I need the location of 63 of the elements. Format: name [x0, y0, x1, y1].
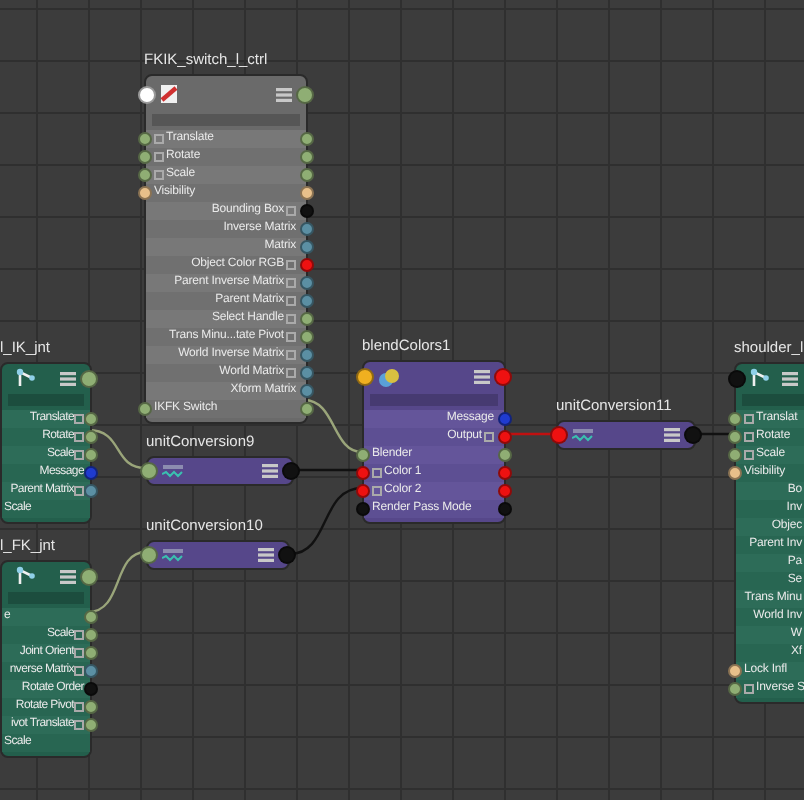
conversion-icon	[162, 548, 184, 562]
expand-icon[interactable]	[286, 368, 296, 378]
graph-node[interactable]	[556, 420, 696, 450]
expand-icon[interactable]	[154, 170, 164, 180]
connection-wire	[294, 468, 362, 472]
conversion-icon	[162, 464, 184, 478]
connection-port[interactable]	[300, 186, 314, 200]
expand-icon[interactable]	[74, 432, 84, 442]
expand-icon[interactable]	[372, 486, 382, 496]
connection-port[interactable]	[138, 186, 152, 200]
menu-icon	[60, 569, 76, 583]
connection-port[interactable]	[138, 85, 156, 103]
menu-icon	[664, 428, 680, 442]
connection-port[interactable]	[728, 664, 742, 678]
expand-icon[interactable]	[154, 152, 164, 162]
expand-icon[interactable]	[74, 630, 84, 640]
graph-node[interactable]	[146, 456, 294, 486]
connection-port[interactable]	[140, 546, 158, 564]
expand-icon[interactable]	[744, 414, 754, 424]
connection-port[interactable]	[356, 368, 374, 386]
expand-icon[interactable]	[286, 296, 296, 306]
graph-node[interactable]	[144, 74, 308, 424]
graph-node[interactable]	[146, 540, 290, 570]
menu-icon	[262, 464, 278, 478]
expand-icon[interactable]	[74, 414, 84, 424]
expand-icon[interactable]	[74, 720, 84, 730]
menu-icon	[276, 87, 292, 101]
expand-icon[interactable]	[744, 684, 754, 694]
expand-icon[interactable]	[286, 260, 296, 270]
bone-icon	[750, 368, 770, 388]
expand-icon[interactable]	[74, 450, 84, 460]
menu-icon	[782, 371, 798, 385]
color-circles-icon	[378, 367, 400, 387]
connection-wire	[696, 432, 734, 436]
expand-icon[interactable]	[74, 666, 84, 676]
connection-port[interactable]	[728, 466, 742, 480]
expand-icon[interactable]	[286, 206, 296, 216]
connection-wire	[506, 432, 556, 436]
expand-icon[interactable]	[372, 468, 382, 478]
bone-icon	[16, 368, 36, 388]
filter-field[interactable]	[370, 394, 498, 406]
expand-icon[interactable]	[744, 450, 754, 460]
connection-wire	[303, 398, 363, 454]
expand-icon[interactable]	[286, 314, 296, 324]
bone-icon	[16, 566, 36, 586]
expand-icon[interactable]	[484, 432, 494, 442]
expand-icon[interactable]	[744, 432, 754, 442]
transform-icon	[160, 84, 178, 104]
expand-icon[interactable]	[286, 278, 296, 288]
expand-icon[interactable]	[286, 332, 296, 342]
connection-port[interactable]	[140, 462, 158, 480]
connection-port[interactable]	[84, 412, 98, 426]
menu-icon	[60, 371, 76, 385]
expand-icon[interactable]	[74, 702, 84, 712]
expand-icon[interactable]	[154, 134, 164, 144]
menu-icon	[258, 548, 274, 562]
expand-icon[interactable]	[74, 648, 84, 658]
connection-port[interactable]	[728, 412, 742, 426]
menu-icon	[474, 370, 490, 384]
expand-icon[interactable]	[286, 350, 296, 360]
expand-icon[interactable]	[74, 486, 84, 496]
connection-wire	[87, 428, 147, 470]
conversion-icon	[572, 428, 594, 442]
